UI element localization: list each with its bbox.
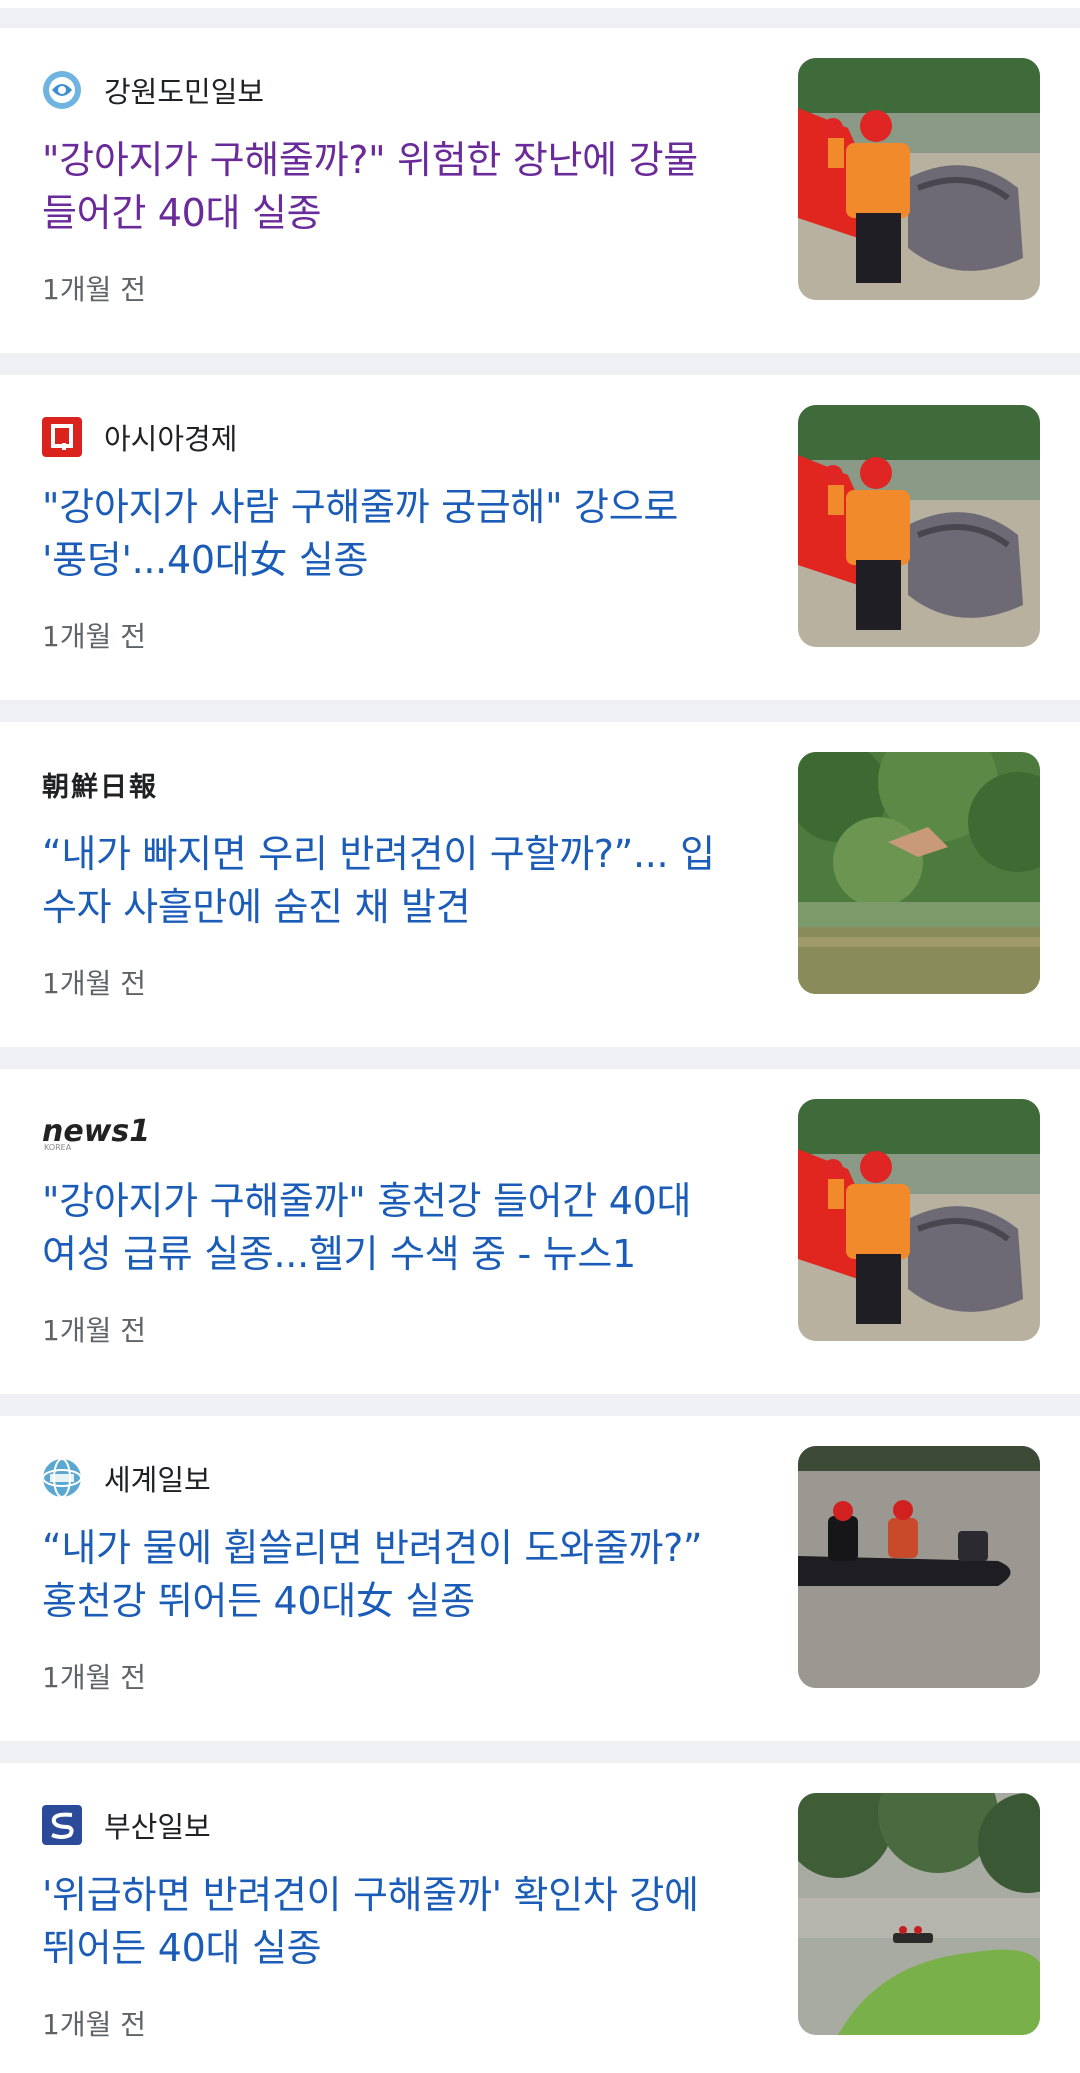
rescue-boat-photo: [798, 58, 1040, 300]
headline-link[interactable]: "강아지가 사람 구해줄까 궁금해" 강으로 '풍덩'...40대女 실종: [42, 481, 742, 587]
headline-line: 뛰어든 40대 실종: [42, 1926, 322, 1970]
asiae-logo-icon: [42, 417, 82, 457]
headline-link[interactable]: "강아지가 구해줄까" 홍천강 들어간 40대 여성 급류 실종...헬기 수색…: [42, 1175, 742, 1281]
headline-line: 수자 사흘만에 숨진 채 발견: [42, 885, 471, 929]
headline-line: 홍천강 뛰어든 40대女 실종: [42, 1579, 475, 1623]
article-thumbnail[interactable]: [798, 752, 1040, 994]
news-source: 아시아경제: [42, 415, 742, 459]
article-thumbnail[interactable]: [798, 405, 1040, 647]
rescue-boat-photo: [798, 1099, 1040, 1341]
news-card[interactable]: 부산일보 '위급하면 반려견이 구해줄까' 확인차 강에 뛰어든 40대 실종 …: [0, 1763, 1080, 2073]
headline-line: “내가 빠지면 우리 반려견이 구할까?”... 입: [42, 832, 715, 876]
river-rescue-photo: [798, 1446, 1040, 1688]
article-thumbnail[interactable]: [798, 1446, 1040, 1688]
card-text: 부산일보 '위급하면 반려견이 구해줄까' 확인차 강에 뛰어든 40대 실종: [42, 1803, 742, 1975]
rescue-boat-photo: [798, 405, 1040, 647]
news1-logo: news1 KOREA: [42, 1113, 151, 1153]
busan-ilbo-logo-icon: [42, 1805, 82, 1845]
news-source: 강원도민일보: [42, 68, 742, 112]
news-source: 세계일보: [42, 1456, 742, 1500]
headline-link[interactable]: “내가 물에 휩쓸리면 반려견이 도와줄까?” 홍천강 뛰어든 40대女 실종: [42, 1522, 742, 1628]
headline-line: “내가 물에 휩쓸리면 반려견이 도와줄까?”: [42, 1526, 703, 1570]
news-card[interactable]: 세계일보 “내가 물에 휩쓸리면 반려견이 도와줄까?” 홍천강 뛰어든 40대…: [0, 1416, 1080, 1741]
published-time: 1개월 전: [42, 1661, 146, 1694]
published-time: 1개월 전: [42, 967, 146, 1000]
news-source: 부산일보: [42, 1803, 742, 1847]
headline-line: "강아지가 구해줄까" 홍천강 들어간 40대: [42, 1179, 692, 1223]
source-name: 세계일보: [104, 1463, 211, 1497]
card-text: news1 KOREA "강아지가 구해줄까" 홍천강 들어간 40대 여성 급…: [42, 1109, 742, 1281]
headline-line: '위급하면 반려견이 구해줄까' 확인차 강에: [42, 1873, 699, 1917]
source-name: 부산일보: [104, 1810, 211, 1844]
published-time: 1개월 전: [42, 1314, 146, 1347]
card-text: 강원도민일보 "강아지가 구해줄까?" 위험한 장난에 강물 들어간 40대 실…: [42, 68, 742, 240]
source-name: 강원도민일보: [104, 75, 265, 109]
headline-line: "강아지가 사람 구해줄까 궁금해" 강으로: [42, 485, 679, 529]
headline-line: 들어간 40대 실종: [42, 191, 322, 235]
article-thumbnail[interactable]: [798, 1099, 1040, 1341]
article-thumbnail[interactable]: [798, 58, 1040, 300]
card-text: 아시아경제 "강아지가 사람 구해줄까 궁금해" 강으로 '풍덩'...40대女…: [42, 415, 742, 587]
published-time: 1개월 전: [42, 2008, 146, 2041]
news-card[interactable]: 강원도민일보 "강아지가 구해줄까?" 위험한 장난에 강물 들어간 40대 실…: [0, 28, 1080, 353]
published-time: 1개월 전: [42, 273, 146, 306]
kangwon-dominilbo-logo-icon: [42, 70, 82, 110]
news-card[interactable]: 아시아경제 "강아지가 사람 구해줄까 궁금해" 강으로 '풍덩'...40대女…: [0, 375, 1080, 700]
news-source: news1 KOREA: [42, 1109, 742, 1153]
headline-link[interactable]: "강아지가 구해줄까?" 위험한 장난에 강물 들어간 40대 실종: [42, 134, 742, 240]
news-feed: 강원도민일보 "강아지가 구해줄까?" 위험한 장난에 강물 들어간 40대 실…: [0, 0, 1080, 2073]
card-text: 세계일보 “내가 물에 휩쓸리면 반려견이 도와줄까?” 홍천강 뛰어든 40대…: [42, 1456, 742, 1628]
headline-line: "강아지가 구해줄까?" 위험한 장난에 강물: [42, 138, 698, 182]
source-name: 아시아경제: [104, 422, 238, 456]
chosun-logo: 朝鮮日報: [42, 771, 158, 803]
published-time: 1개월 전: [42, 620, 146, 653]
news-source: 朝鮮日報: [42, 762, 742, 806]
card-text: 朝鮮日報 “내가 빠지면 우리 반려견이 구할까?”... 입 수자 사흘만에 …: [42, 762, 742, 934]
article-thumbnail[interactable]: [798, 1793, 1040, 2035]
headline-link[interactable]: “내가 빠지면 우리 반려견이 구할까?”... 입 수자 사흘만에 숨진 채 …: [42, 828, 742, 934]
riverbank-photo: [798, 752, 1040, 994]
news-card[interactable]: news1 KOREA "강아지가 구해줄까" 홍천강 들어간 40대 여성 급…: [0, 1069, 1080, 1394]
top-card-remnant: [0, 0, 1080, 8]
headline-line: 여성 급류 실종...헬기 수색 중 - 뉴스1: [42, 1232, 636, 1276]
distant-boat-photo: [798, 1793, 1040, 2035]
headline-line: '풍덩'...40대女 실종: [42, 538, 369, 582]
segye-logo-icon: [42, 1458, 82, 1498]
news-card[interactable]: 朝鮮日報 “내가 빠지면 우리 반려견이 구할까?”... 입 수자 사흘만에 …: [0, 722, 1080, 1047]
headline-link[interactable]: '위급하면 반려견이 구해줄까' 확인차 강에 뛰어든 40대 실종: [42, 1869, 742, 1975]
